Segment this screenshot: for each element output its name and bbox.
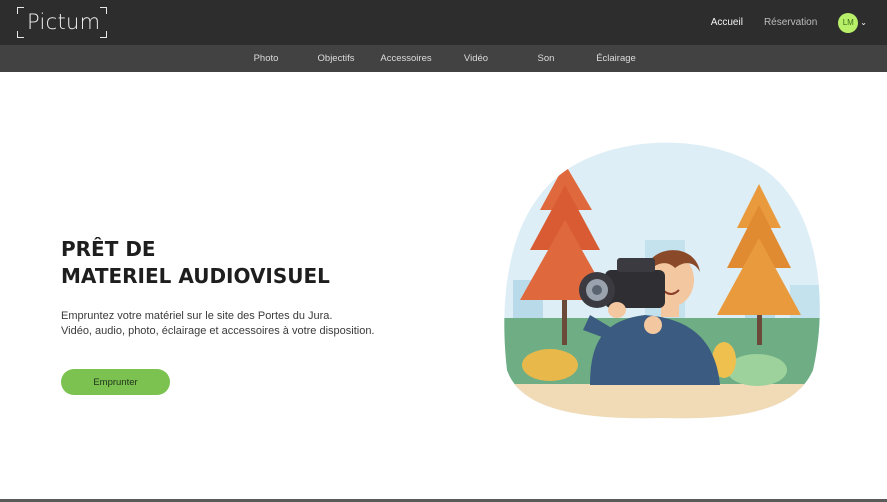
emprunter-button[interactable]: Emprunter: [61, 369, 170, 395]
logo-corner: [100, 31, 107, 38]
logo-corner: [100, 7, 107, 14]
nav-reservation[interactable]: Réservation: [764, 17, 817, 28]
hero-title-line: PRÊT DE: [61, 237, 156, 261]
hero-title-line: MATERIEL AUDIOVISUEL: [61, 264, 330, 288]
category-photo[interactable]: Photo: [254, 45, 279, 72]
category-video[interactable]: Vidéo: [464, 45, 488, 72]
category-bar: Photo Objectifs Accessoires Vidéo Son Éc…: [0, 45, 887, 72]
hero-description-line: Empruntez votre matériel sur le site des…: [61, 310, 333, 322]
category-objectifs[interactable]: Objectifs: [318, 45, 355, 72]
hero-title: PRÊT DE MATERIEL AUDIOVISUEL: [61, 236, 330, 290]
category-son[interactable]: Son: [538, 45, 555, 72]
top-header: Pictum Accueil Réservation LM ⌄: [0, 0, 887, 45]
top-nav: Accueil Réservation LM ⌄: [711, 0, 867, 45]
pictum-logo[interactable]: Pictum: [17, 7, 107, 38]
logo-corner: [17, 7, 24, 14]
logo-text: Pictum: [27, 10, 101, 34]
category-eclairage[interactable]: Éclairage: [596, 45, 636, 72]
hero-description: Empruntez votre matériel sur le site des…: [61, 309, 375, 339]
logo-corner: [17, 31, 24, 38]
category-accessoires[interactable]: Accessoires: [380, 45, 431, 72]
user-avatar[interactable]: LM: [838, 12, 859, 33]
videographer-illustration: [504, 142, 820, 419]
chevron-down-icon[interactable]: ⌄: [860, 18, 867, 27]
hero-description-line: Vidéo, audio, photo, éclairage et access…: [61, 325, 375, 337]
nav-accueil[interactable]: Accueil: [711, 17, 743, 28]
